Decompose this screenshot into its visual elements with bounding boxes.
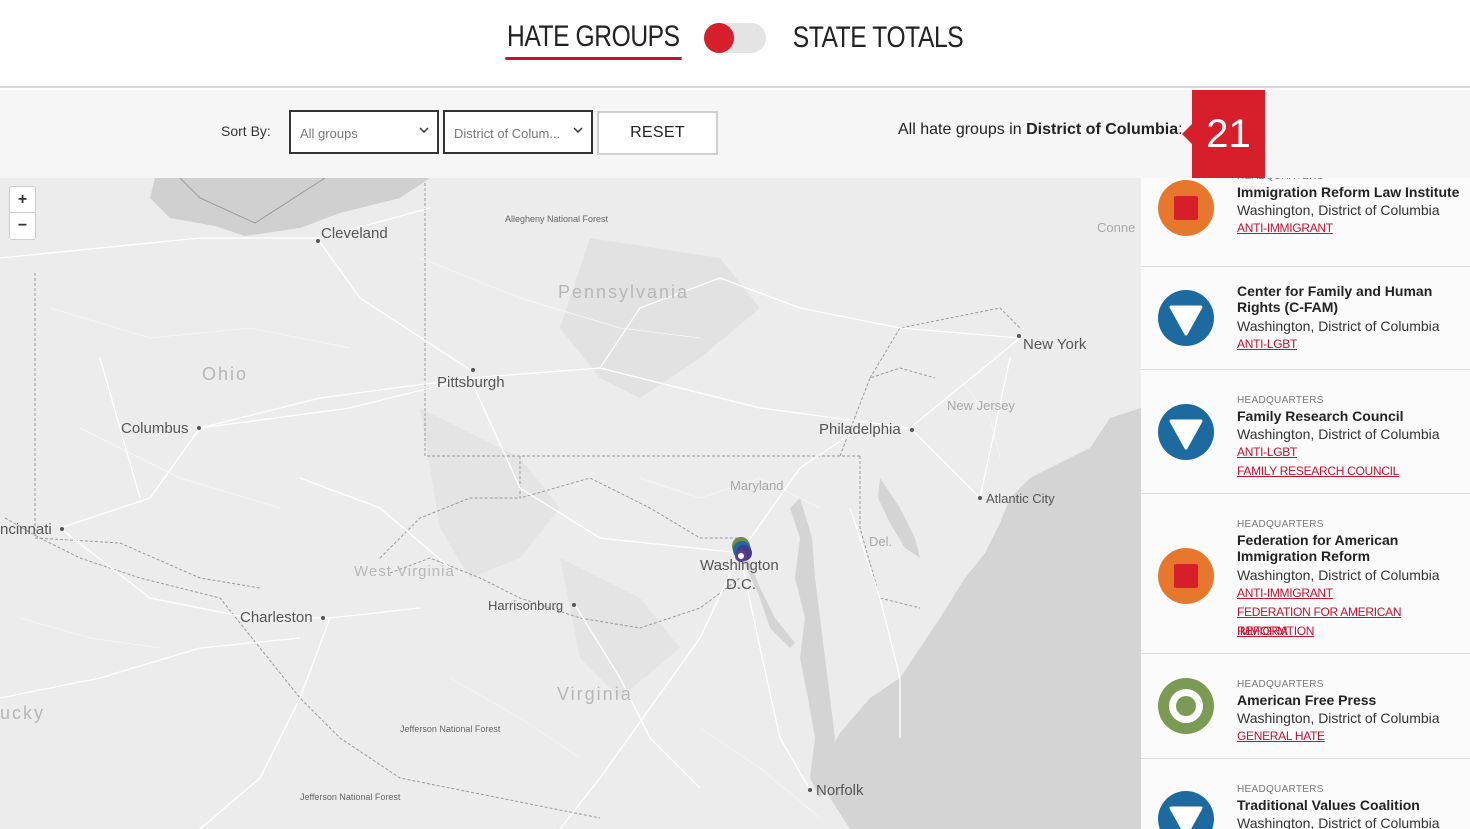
map-label-harrisonburg: Harrisonburg [488,598,564,613]
zoom-control: + − [9,186,36,240]
headquarters-label: HEADQUARTERS [1237,178,1324,182]
group-list-item[interactable]: HEADQUARTERS Traditional Values Coalition… [1141,759,1470,829]
map-label-atlantic-city: Atlantic City [986,491,1055,506]
group-list-item[interactable]: HEADQUARTERS American Free Press Washingto… [1141,654,1470,759]
map-label-allegheny: Allegheny National Forest [505,214,609,224]
map-label-charleston: Charleston [240,609,313,626]
triangle-icon [1158,791,1214,829]
ideology-tag-link[interactable]: ANTI-LGBT [1237,335,1462,354]
ideology-tag-link[interactable]: GENERAL HATE [1237,727,1462,746]
map-label-new-jersey: New Jersey [947,398,1015,413]
group-list-item[interactable]: Center for Family and Human Rights (C-FA… [1141,267,1470,370]
map-label-philadelphia: Philadelphia [819,421,901,438]
map[interactable]: + − Cleveland Allegheny National Forest … [0,178,1141,829]
ideology-tag-link[interactable]: ANTI-IMMIGRANT [1237,219,1462,238]
group-name[interactable]: Traditional Values Coalition [1237,797,1462,813]
group-name[interactable]: Federation for American Immigration Refo… [1237,532,1462,564]
map-label-connecticut: Conne [1097,220,1136,235]
map-label-dc: D.C. [726,576,756,593]
map-label-jefferson-1: Jefferson National Forest [400,724,501,734]
map-label-west-virginia: West Virginia [354,563,455,580]
group-type-select[interactable]: All groups [289,110,439,154]
group-name[interactable]: Immigration Reform Law Institute [1237,184,1462,200]
group-count-label: All hate groups in District of Columbia: [898,121,1183,139]
headquarters-label: HEADQUARTERS [1237,395,1324,406]
group-location: Washington, District of Columbia [1237,710,1440,726]
map-label-pennsylvania: Pennsylvania [558,282,690,302]
filter-bar: Sort By: All groups District of Colum...… [0,90,1470,178]
count-state-name: District of Columbia [1026,121,1179,138]
map-label-cincinnati: ncinnati [0,521,52,538]
map-base [0,178,1141,829]
square-icon [1158,548,1214,604]
map-label-virginia: Virginia [557,684,633,704]
group-list[interactable]: HEADQUARTERS Immigration Reform Law Insti… [1141,178,1470,829]
group-location: Washington, District of Columbia [1237,202,1440,218]
zoom-out-button[interactable]: − [10,213,35,239]
headquarters-label: HEADQUARTERS [1237,679,1324,690]
target-icon [1158,678,1214,734]
map-label-kentucky: ucky [0,703,46,723]
triangle-icon [1158,404,1214,460]
group-count-badge: 21 [1182,90,1265,178]
map-label-maryland: Maryland [730,478,784,493]
group-list-item[interactable]: HEADQUARTERS Family Research Council Washi… [1141,370,1470,494]
group-name[interactable]: Family Research Council [1237,408,1462,424]
chevron-down-icon [573,127,583,134]
view-toggle-header: HATE GROUPS STATE TOTALS [0,0,1470,88]
ideology-tag-link[interactable]: REFORM [1237,622,1462,641]
group-list-item[interactable]: HEADQUARTERS Federation for American Immi… [1141,494,1470,654]
tab-state-totals[interactable]: STATE TOTALS [791,18,965,58]
group-location: Washington, District of Columbia [1237,318,1440,334]
group-location: Washington, District of Columbia [1237,426,1440,442]
ideology-tag-link[interactable]: FAMILY RESEARCH COUNCIL [1237,462,1462,481]
ideology-tag-link[interactable]: ANTI-LGBT [1237,443,1462,462]
map-label-cleveland: Cleveland [321,225,388,242]
ideology-tag-link[interactable]: ANTI-IMMIGRANT [1237,584,1462,603]
state-select[interactable]: District of Colum... [443,110,593,154]
view-switch-knob[interactable] [704,23,735,53]
state-select-value: District of Colum... [454,126,561,141]
square-icon [1158,180,1214,236]
tab-hate-groups[interactable]: HATE GROUPS [505,17,682,60]
map-label-washington: Washington [700,557,779,574]
count-prefix: All hate groups in [898,121,1022,138]
map-label-norfolk: Norfolk [816,782,864,799]
headquarters-label: HEADQUARTERS [1237,784,1324,795]
group-type-select-value: All groups [300,126,358,141]
map-label-columbus: Columbus [121,420,189,437]
group-name[interactable]: Center for Family and Human Rights (C-FA… [1237,283,1462,315]
view-toggle: HATE GROUPS STATE TOTALS [0,14,1470,62]
group-location: Washington, District of Columbia [1237,815,1440,829]
map-label-new-york: New York [1023,336,1087,353]
map-label-pittsburgh: Pittsburgh [437,374,505,391]
headquarters-label: HEADQUARTERS [1237,519,1324,530]
view-switch[interactable] [704,23,767,53]
triangle-icon [1158,290,1214,346]
zoom-in-button[interactable]: + [10,187,35,213]
sort-by-label: Sort By: [221,123,271,139]
reset-button[interactable]: RESET [597,111,718,155]
map-label-delaware: Del. [869,534,893,549]
chevron-down-icon [419,127,429,134]
map-label-jefferson-2: Jefferson National Forest [300,792,401,802]
map-label-ohio: Ohio [202,364,249,384]
group-list-item[interactable]: HEADQUARTERS Immigration Reform Law Insti… [1141,178,1470,267]
group-location: Washington, District of Columbia [1237,567,1440,583]
group-name[interactable]: American Free Press [1237,692,1462,708]
